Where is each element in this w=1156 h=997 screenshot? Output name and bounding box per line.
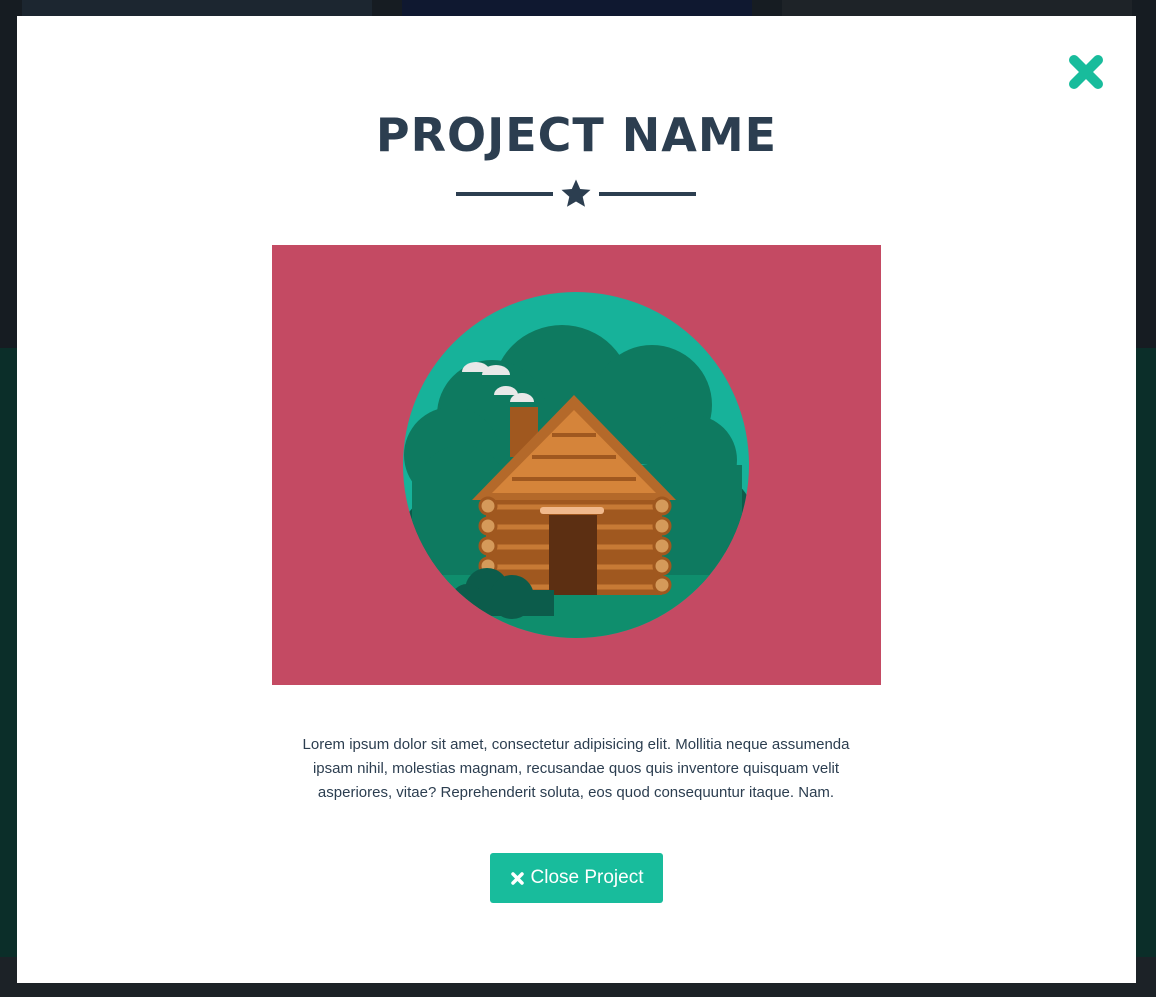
- project-image: [272, 245, 881, 685]
- portfolio-modal: PROJECT NAME Lorem ipsum dolor sit amet,…: [17, 16, 1136, 983]
- divider-line-left: [456, 192, 553, 196]
- close-modal-icon[interactable]: [1064, 50, 1108, 94]
- divider-line-right: [599, 192, 696, 196]
- close-project-label: Close Project: [530, 867, 644, 888]
- log-cabin-illustration: [403, 292, 749, 638]
- times-icon: [510, 871, 525, 886]
- project-title: PROJECT NAME: [375, 108, 778, 162]
- star-icon: [561, 179, 591, 207]
- star-divider: [456, 178, 696, 210]
- project-description: Lorem ipsum dolor sit amet, consectetur …: [302, 736, 850, 801]
- close-project-button[interactable]: Close Project: [490, 853, 663, 903]
